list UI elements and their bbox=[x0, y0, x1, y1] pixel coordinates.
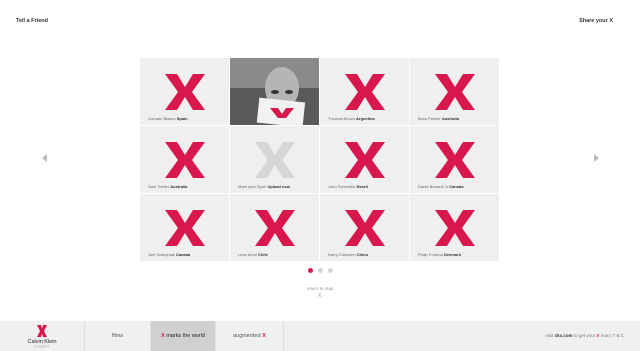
tab-films-label: films bbox=[111, 333, 124, 339]
pagination-dots bbox=[308, 268, 333, 273]
x-tile[interactable]: Dante Benardi Jr Canada bbox=[410, 126, 499, 193]
tab-augmented-label: augmented bbox=[233, 333, 261, 339]
tile-place: Chile bbox=[258, 252, 268, 257]
tile-caption: John Schneider Brazil bbox=[328, 184, 368, 189]
tab-marks-x-icon: X bbox=[160, 333, 165, 339]
tile-person-name: Joel Gabryniak bbox=[148, 252, 175, 257]
tile-caption: Joel Gabryniak Canada bbox=[148, 252, 190, 257]
tile-person-name: Buck Palmer bbox=[418, 116, 441, 121]
tab-films[interactable]: films bbox=[85, 321, 151, 351]
tile-place: Argentina bbox=[356, 116, 375, 121]
x-tile[interactable]: Lenz Arbol Chile bbox=[230, 194, 319, 261]
tile-caption: Mark your Spot: Upload now bbox=[238, 184, 290, 189]
tile-person-name: John Schneider bbox=[328, 184, 356, 189]
tab-marks-the-world[interactable]: X marks the world bbox=[151, 321, 216, 351]
tile-person-name: Harry Chisholm bbox=[328, 252, 356, 257]
x-tile[interactable]: John Schneider Brazil bbox=[320, 126, 409, 193]
x-tile[interactable] bbox=[230, 58, 319, 125]
x-mark-icon bbox=[345, 210, 385, 246]
x-mark-icon bbox=[435, 142, 475, 178]
tile-caption: Buck Palmer Australia bbox=[418, 116, 459, 121]
return-to-map-link[interactable]: return to map bbox=[0, 286, 640, 291]
visit-now: now bbox=[600, 333, 609, 338]
x-mark-icon bbox=[165, 210, 205, 246]
tile-person-name: Thomas Brown bbox=[328, 116, 355, 121]
x-tile[interactable]: Sam Tichler Australia bbox=[140, 126, 229, 193]
x-mark-icon bbox=[165, 142, 205, 178]
tile-caption: Thomas Brown Argentina bbox=[328, 116, 375, 121]
tile-caption: Sam Tichler Australia bbox=[148, 184, 187, 189]
tile-caption: Lenz Arbol Chile bbox=[238, 252, 268, 257]
x-mark-grid: Corrado Blasco Spain Thomas Brown Argenti… bbox=[140, 58, 501, 263]
portrait-photo bbox=[230, 58, 319, 125]
tile-person-name: Mark your Spot: bbox=[238, 184, 267, 189]
x-mark-icon bbox=[435, 210, 475, 246]
previous-arrow-icon[interactable] bbox=[42, 154, 47, 162]
tile-caption: Dante Benardi Jr Canada bbox=[418, 184, 464, 189]
x-mark-icon bbox=[165, 74, 205, 110]
tile-person-name: Dante Benardi Jr bbox=[418, 184, 449, 189]
x-tile[interactable]: Joel Gabryniak Canada bbox=[140, 194, 229, 261]
x-mark-icon bbox=[435, 74, 475, 110]
return-x-icon[interactable]: X bbox=[318, 293, 321, 299]
ck-logo-icon: Calvin Klein CONCEPT bbox=[27, 325, 57, 349]
tile-place: Denmark bbox=[443, 252, 461, 257]
tab-augmented[interactable]: augmented X bbox=[216, 321, 284, 351]
x-mark-icon bbox=[345, 74, 385, 110]
tab-marks-label: marks the world bbox=[166, 333, 206, 339]
share-your-x-link[interactable]: Share your X bbox=[579, 18, 613, 24]
pagination-dot[interactable] bbox=[308, 268, 313, 273]
tile-person-name: Lenz Arbol bbox=[238, 252, 257, 257]
tile-place: Australia bbox=[170, 184, 188, 189]
x-tile[interactable]: Buck Palmer Australia bbox=[410, 58, 499, 125]
tile-caption: Harry Chisholm China bbox=[328, 252, 368, 257]
tile-place: Upload now bbox=[267, 184, 291, 189]
tile-person-name: Philip Fortuna bbox=[418, 252, 443, 257]
tile-person-name: Sam Tichler bbox=[148, 184, 170, 189]
tab-augmented-x-icon: X bbox=[262, 333, 266, 339]
next-arrow-icon[interactable] bbox=[594, 154, 599, 162]
ckx-link[interactable]: ckx.com bbox=[555, 333, 573, 338]
calvin-klein-logo[interactable]: Calvin Klein CONCEPT bbox=[0, 321, 85, 351]
tile-caption: Corrado Blasco Spain bbox=[148, 116, 188, 121]
visit-x-icon: X bbox=[596, 333, 600, 338]
tile-place: Australia bbox=[441, 116, 459, 121]
x-tile[interactable]: Thomas Brown Argentina bbox=[320, 58, 409, 125]
tile-place: Spain bbox=[176, 116, 188, 121]
tile-place: Canada bbox=[449, 184, 464, 189]
svg-text:CONCEPT: CONCEPT bbox=[34, 346, 50, 349]
visit-prefix: visit bbox=[545, 333, 554, 338]
tile-place: China bbox=[356, 252, 368, 257]
tile-caption: Philip Fortuna Denmark bbox=[418, 252, 461, 257]
tile-place: Canada bbox=[175, 252, 191, 257]
footer-bar: Calvin Klein CONCEPT films X marks the w… bbox=[0, 321, 640, 351]
x-tile[interactable]: Harry Chisholm China bbox=[320, 194, 409, 261]
visit-separator: | bbox=[610, 333, 612, 338]
pagination-dot[interactable] bbox=[318, 268, 323, 273]
tile-place: Brazil bbox=[356, 184, 368, 189]
x-tile[interactable]: Mark your Spot: Upload now bbox=[230, 126, 319, 193]
tell-a-friend-link[interactable]: Tell a Friend bbox=[16, 18, 48, 24]
x-tile[interactable]: Corrado Blasco Spain bbox=[140, 58, 229, 125]
terms-link[interactable]: T & C bbox=[613, 333, 624, 338]
tile-person-name: Corrado Blasco bbox=[148, 116, 176, 121]
svg-text:Calvin Klein: Calvin Klein bbox=[27, 339, 56, 345]
x-mark-icon bbox=[345, 142, 385, 178]
x-mark-icon bbox=[255, 142, 295, 178]
visit-mid: to get your bbox=[573, 333, 596, 338]
x-tile[interactable]: Philip Fortuna Denmark bbox=[410, 194, 499, 261]
visit-ckx-text: visit ckx.com to get your X now | T & C bbox=[546, 333, 624, 338]
x-mark-icon bbox=[255, 210, 295, 246]
pagination-dot[interactable] bbox=[328, 268, 333, 273]
